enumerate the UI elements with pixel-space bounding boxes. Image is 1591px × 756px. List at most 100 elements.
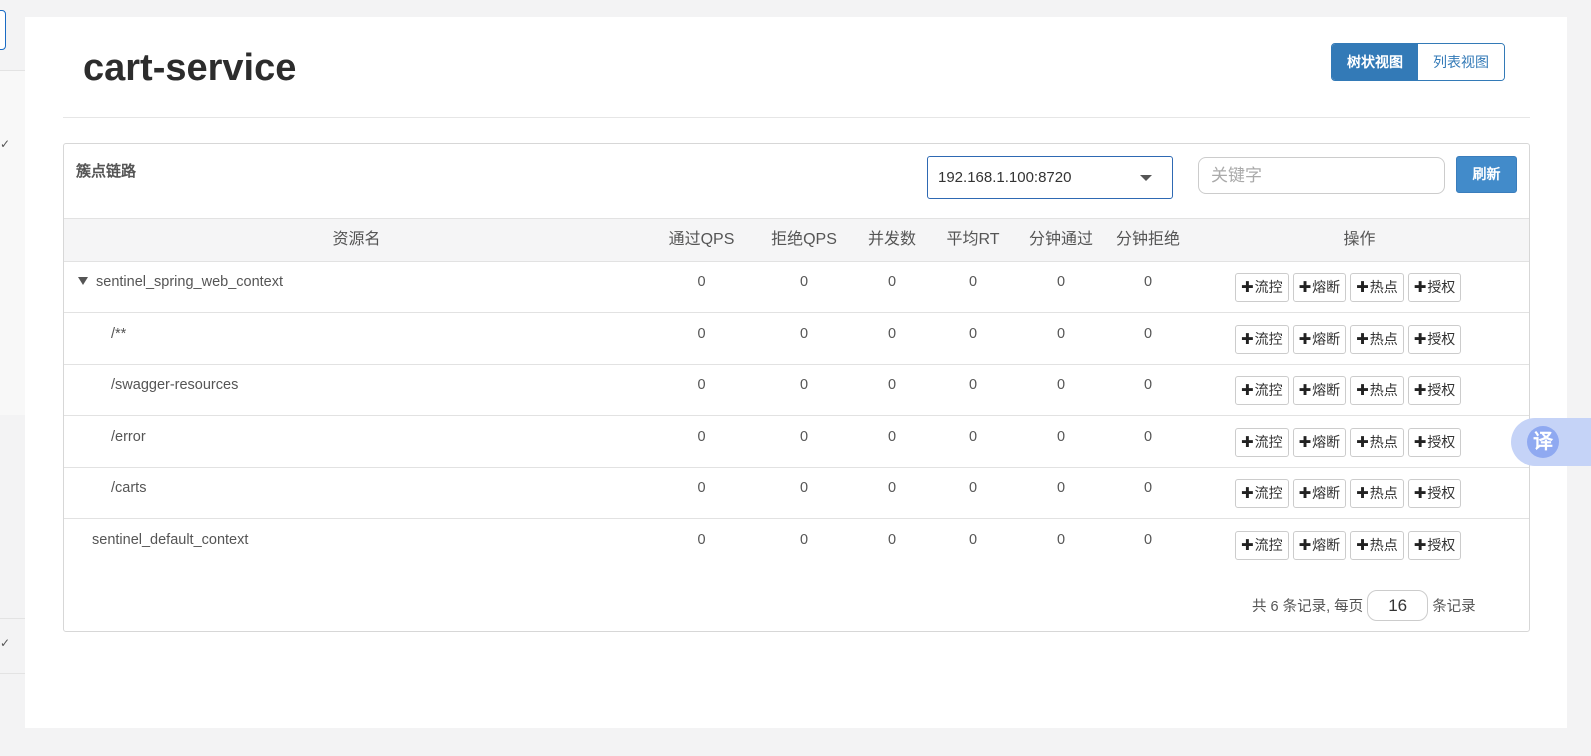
plus-icon: ✚ xyxy=(1298,279,1312,296)
plus-icon: ✚ xyxy=(1241,433,1254,451)
cell-minute-block: 0 xyxy=(1143,377,1153,393)
chevron-down-icon[interactable]: ✓ xyxy=(0,137,10,151)
row-actions: ✚流控 ✚熔断 ✚热点 ✚授权 xyxy=(1235,530,1462,560)
cell-minute-block: 0 xyxy=(1143,274,1153,290)
header-minute-block: 分钟拒绝 xyxy=(1115,231,1180,248)
plus-icon: ✚ xyxy=(1241,382,1254,399)
cell-minute-block: 0 xyxy=(1143,480,1153,496)
translate-button[interactable]: 译 xyxy=(1511,418,1591,466)
hotspot-rule-button[interactable]: ✚热点 xyxy=(1350,530,1404,560)
resource-name: /swagger-resources xyxy=(111,377,239,393)
header-pass-qps: 通过QPS xyxy=(668,231,735,248)
authority-rule-button[interactable]: ✚授权 xyxy=(1407,273,1462,302)
flow-rule-button[interactable]: ✚流控 xyxy=(1235,530,1289,560)
page-title: cart-service xyxy=(83,47,297,89)
machine-select[interactable]: 192.168.1.100:8720 xyxy=(927,156,1173,199)
resource-name: sentinel_default_context xyxy=(92,531,249,548)
cell-avg-rt: 0 xyxy=(968,428,978,445)
table-row: sentinel_spring_web_context 0 0 0 0 0 0 … xyxy=(64,262,1529,313)
cell-minute-block: 0 xyxy=(1143,531,1153,548)
tree-view-button[interactable]: 树状视图 xyxy=(1332,44,1418,80)
hotspot-rule-button[interactable]: ✚热点 xyxy=(1350,376,1404,405)
flow-rule-button[interactable]: ✚流控 xyxy=(1235,324,1289,354)
cell-block-qps: 0 xyxy=(799,325,809,342)
chevron-down-icon[interactable]: ✓ xyxy=(0,636,10,650)
list-view-button[interactable]: 列表视图 xyxy=(1418,44,1504,80)
header-block-qps: 拒绝QPS xyxy=(771,231,837,248)
sidebar-divider xyxy=(0,618,25,619)
header-actions: 操作 xyxy=(1343,231,1376,248)
plus-icon: ✚ xyxy=(1356,382,1369,399)
resource-name: /** xyxy=(111,325,127,342)
plus-icon: ✚ xyxy=(1413,536,1427,554)
cell-threads: 0 xyxy=(887,428,897,445)
pagination: 共 6 条记录, 每页 条记录 xyxy=(1252,590,1476,621)
row-actions: ✚流控 ✚熔断 ✚热点 ✚授权 xyxy=(1235,273,1462,302)
flow-rule-button[interactable]: ✚流控 xyxy=(1235,273,1289,302)
cell-block-qps: 0 xyxy=(799,274,809,290)
cell-pass-qps: 0 xyxy=(697,377,706,393)
cell-minute-pass: 0 xyxy=(1056,531,1066,548)
cell-minute-pass: 0 xyxy=(1056,377,1066,393)
flow-rule-button[interactable]: ✚流控 xyxy=(1235,427,1289,457)
cell-minute-pass: 0 xyxy=(1056,325,1066,342)
sidebar-edge: ✓ ✓ xyxy=(0,0,25,756)
authority-rule-button[interactable]: ✚授权 xyxy=(1407,427,1462,457)
cell-block-qps: 0 xyxy=(799,531,809,548)
table-row: /** 0 0 0 0 0 0 ✚流控 ✚熔断 ✚热点 ✚授权 xyxy=(64,314,1529,365)
cell-minute-block: 0 xyxy=(1143,428,1153,445)
table-row: /carts 0 0 0 0 0 0 ✚流控 ✚熔断 ✚热点 ✚授权 xyxy=(64,468,1529,519)
degrade-rule-button[interactable]: ✚熔断 xyxy=(1292,273,1347,302)
header-threads: 并发数 xyxy=(867,231,916,248)
cell-minute-pass: 0 xyxy=(1056,274,1066,290)
caret-down-icon[interactable] xyxy=(78,277,88,285)
header-avg-rt: 平均RT xyxy=(946,231,1000,248)
caret-down-icon xyxy=(1140,175,1152,181)
cell-block-qps: 0 xyxy=(799,480,809,496)
resource-name: /carts xyxy=(111,480,147,496)
hotspot-rule-button[interactable]: ✚热点 xyxy=(1350,324,1404,354)
pager-total-text: 共 6 条记录, 每页 xyxy=(1252,599,1364,615)
cell-threads: 0 xyxy=(887,480,897,496)
authority-rule-button[interactable]: ✚授权 xyxy=(1407,479,1462,508)
header-resource: 资源名 xyxy=(332,231,381,248)
cell-pass-qps: 0 xyxy=(697,531,706,548)
degrade-rule-button[interactable]: ✚熔断 xyxy=(1292,376,1347,405)
cell-minute-pass: 0 xyxy=(1056,480,1066,496)
hotspot-rule-button[interactable]: ✚热点 xyxy=(1350,273,1404,302)
title-divider xyxy=(63,117,1530,118)
degrade-rule-button[interactable]: ✚熔断 xyxy=(1292,427,1347,457)
degrade-rule-button[interactable]: ✚熔断 xyxy=(1292,324,1347,354)
hotspot-rule-button[interactable]: ✚热点 xyxy=(1350,427,1404,457)
flow-rule-button[interactable]: ✚流控 xyxy=(1235,479,1289,508)
plus-icon: ✚ xyxy=(1356,279,1369,296)
cell-block-qps: 0 xyxy=(799,377,809,393)
plus-icon: ✚ xyxy=(1413,382,1427,399)
plus-icon: ✚ xyxy=(1298,433,1312,451)
translate-icon: 译 xyxy=(1527,426,1559,458)
authority-rule-button[interactable]: ✚授权 xyxy=(1407,324,1462,354)
cell-avg-rt: 0 xyxy=(968,531,978,548)
page-size-input[interactable] xyxy=(1367,590,1429,621)
main-content: cart-service 树状视图 列表视图 簇点链路 192.168.1.10… xyxy=(25,17,1567,728)
row-actions: ✚流控 ✚熔断 ✚热点 ✚授权 xyxy=(1235,376,1462,405)
degrade-rule-button[interactable]: ✚熔断 xyxy=(1292,479,1347,508)
cell-avg-rt: 0 xyxy=(968,325,978,342)
authority-rule-button[interactable]: ✚授权 xyxy=(1407,530,1462,560)
cell-block-qps: 0 xyxy=(799,428,809,445)
table-row: sentinel_default_context 0 0 0 0 0 0 ✚流控… xyxy=(64,520,1529,571)
plus-icon: ✚ xyxy=(1413,330,1427,348)
authority-rule-button[interactable]: ✚授权 xyxy=(1407,376,1462,405)
plus-icon: ✚ xyxy=(1241,485,1254,502)
hotspot-rule-button[interactable]: ✚热点 xyxy=(1350,479,1404,508)
cell-minute-block: 0 xyxy=(1143,325,1153,342)
panel-title: 簇点链路 xyxy=(76,163,137,180)
table-header: 资源名 通过QPS 拒绝QPS 并发数 平均RT 分钟通过 分钟拒绝 操作 xyxy=(64,218,1529,262)
degrade-rule-button[interactable]: ✚熔断 xyxy=(1292,530,1347,560)
cell-threads: 0 xyxy=(887,377,897,393)
flow-rule-button[interactable]: ✚流控 xyxy=(1235,376,1289,405)
sidebar-search-input-fragment[interactable] xyxy=(0,10,6,50)
resource-panel: 簇点链路 192.168.1.100:8720 刷新 资源名 通过QPS 拒绝Q… xyxy=(63,143,1530,632)
keyword-search-input[interactable] xyxy=(1198,157,1445,194)
refresh-button[interactable]: 刷新 xyxy=(1456,156,1517,193)
